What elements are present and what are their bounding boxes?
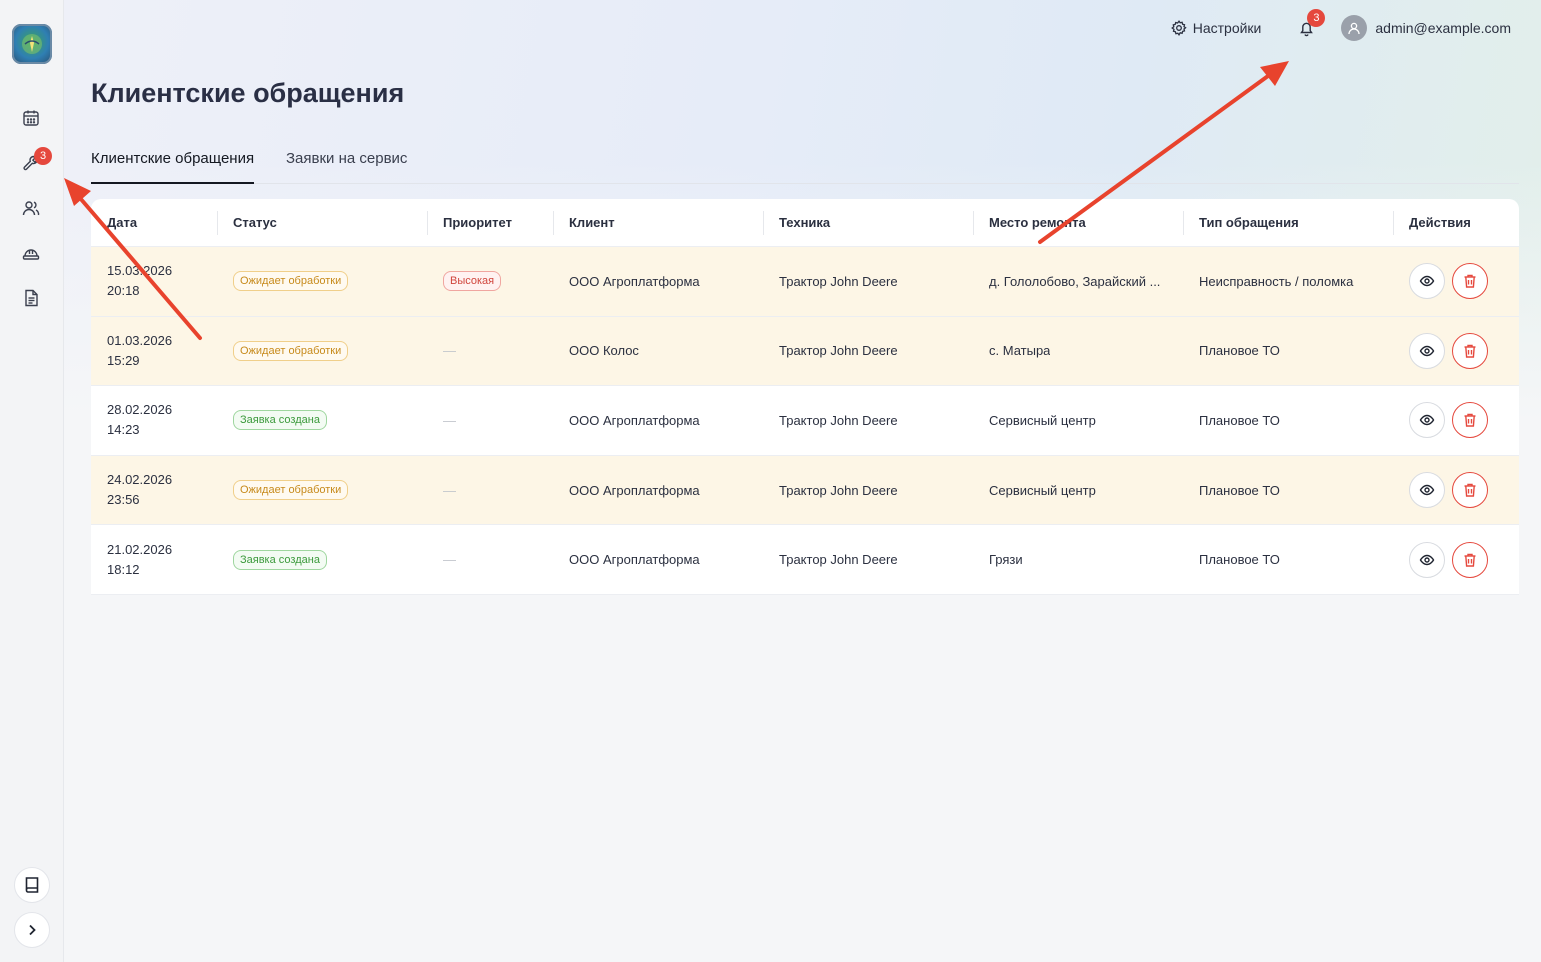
view-button[interactable] — [1409, 472, 1445, 509]
priority-empty: — — [443, 482, 456, 498]
view-button[interactable] — [1409, 541, 1445, 578]
users-icon — [22, 201, 40, 216]
row-machine: Трактор John Deere — [779, 552, 898, 568]
sidebar-expand-button[interactable] — [14, 912, 50, 948]
sidebar-docs-button[interactable] — [14, 867, 50, 903]
gear-icon — [1170, 20, 1187, 36]
row-client: ООО Колос — [569, 343, 639, 359]
row-request-type: Плановое ТО — [1199, 412, 1280, 428]
delete-button[interactable] — [1452, 472, 1488, 509]
row-machine: Трактор John Deere — [779, 482, 898, 498]
notifications-button[interactable]: 3 — [1295, 9, 1326, 39]
view-button[interactable] — [1409, 402, 1445, 439]
status-badge: Ожидает обработки — [233, 480, 349, 501]
tab-client-requests[interactable]: Клиентские обращения — [91, 150, 255, 184]
table-row[interactable]: 28.02.2026 14:23 Заявка создана — ООО Аг… — [91, 386, 1519, 456]
eye-icon — [1419, 345, 1435, 357]
app-logo[interactable] — [12, 24, 52, 64]
user-icon — [1348, 22, 1361, 35]
row-request-type: Плановое ТО — [1199, 343, 1280, 359]
book-icon — [25, 877, 39, 893]
column-header-repair-place[interactable]: Место ремонта — [973, 199, 1183, 246]
row-request-type: Плановое ТО — [1199, 482, 1280, 498]
user-email: admin@example.com — [1375, 20, 1511, 36]
document-icon — [25, 289, 38, 307]
status-badge: Ожидает обработки — [233, 271, 349, 292]
status-badge: Заявка создана — [233, 549, 327, 570]
row-date: 15.03.2026 20:18 — [107, 263, 173, 299]
row-request-type: Неисправность / поломка — [1199, 273, 1354, 289]
sidebar-item-calendar[interactable] — [20, 107, 42, 129]
view-button[interactable] — [1409, 332, 1445, 369]
row-repair-place: Грязи — [989, 552, 1023, 568]
table-header: Дата Статус Приоритет Клиент Техника Мес… — [91, 199, 1519, 247]
trash-icon — [1464, 414, 1476, 428]
row-repair-place: Сервисный центр — [989, 412, 1096, 428]
calendar-icon — [23, 110, 39, 126]
eye-icon — [1419, 554, 1435, 565]
table-row[interactable]: 15.03.2026 20:18 Ожидает обработки Высок… — [91, 247, 1519, 317]
row-repair-place: с. Матыра — [989, 343, 1051, 359]
priority-empty: — — [443, 552, 456, 568]
trash-icon — [1464, 553, 1476, 567]
trash-icon — [1464, 344, 1476, 358]
row-date: 01.03.2026 15:29 — [107, 332, 173, 368]
eye-icon — [1419, 484, 1435, 496]
table-row[interactable]: 01.03.2026 15:29 Ожидает обработки — ООО… — [91, 316, 1519, 387]
topbar: Настройки 3 admin@example.com — [1170, 9, 1511, 42]
row-client: ООО Агроплатформа — [569, 412, 700, 428]
column-header-machine[interactable]: Техника — [763, 199, 973, 246]
settings-button[interactable]: Настройки — [1170, 20, 1262, 36]
column-header-priority[interactable]: Приоритет — [427, 199, 553, 246]
page-title: Клиентские обращения — [91, 78, 405, 108]
row-date: 21.02.2026 18:12 — [107, 541, 173, 577]
row-repair-place: д. Гололобово, Зарайский ... — [989, 273, 1161, 289]
priority-empty: — — [443, 412, 456, 428]
tabs: Клиентские обращения Заявки на сервис — [91, 140, 1519, 184]
row-machine: Трактор John Deere — [779, 343, 898, 359]
column-header-status[interactable]: Статус — [217, 199, 427, 246]
row-client: ООО Агроплатформа — [569, 273, 700, 289]
trash-icon — [1464, 275, 1476, 288]
column-header-request-type[interactable]: Тип обращения — [1183, 199, 1393, 246]
eye-icon — [1419, 276, 1435, 287]
chevron-right-icon — [29, 924, 36, 936]
requests-table: Дата Статус Приоритет Клиент Техника Мес… — [91, 199, 1519, 595]
row-client: ООО Агроплатформа — [569, 482, 700, 498]
sidebar-item-engineers[interactable] — [20, 242, 42, 264]
tab-service-orders[interactable]: Заявки на сервис — [286, 150, 407, 184]
table-row[interactable]: 24.02.2026 23:56 Ожидает обработки — ООО… — [91, 455, 1519, 526]
avatar — [1341, 15, 1368, 41]
delete-button[interactable] — [1452, 541, 1488, 578]
eye-icon — [1419, 415, 1435, 426]
sidebar-service-badge: 3 — [34, 147, 52, 165]
priority-badge: Высокая — [443, 271, 502, 292]
row-machine: Трактор John Deere — [779, 273, 898, 289]
priority-empty: — — [443, 343, 456, 359]
delete-button[interactable] — [1452, 263, 1488, 300]
helmet-icon — [22, 249, 40, 260]
column-header-client[interactable]: Клиент — [553, 199, 763, 246]
column-header-actions: Действия — [1393, 199, 1519, 246]
sidebar: 3 — [0, 0, 64, 962]
row-date: 24.02.2026 23:56 — [107, 472, 173, 508]
delete-button[interactable] — [1452, 402, 1488, 439]
view-button[interactable] — [1409, 263, 1445, 300]
table-row[interactable]: 21.02.2026 18:12 Заявка создана — ООО Аг… — [91, 525, 1519, 595]
user-menu[interactable]: admin@example.com — [1341, 15, 1511, 41]
row-client: ООО Агроплатформа — [569, 552, 700, 568]
sidebar-item-documents[interactable] — [20, 287, 42, 309]
settings-label: Настройки — [1192, 20, 1262, 36]
trash-icon — [1464, 483, 1476, 497]
row-repair-place: Сервисный центр — [989, 482, 1096, 498]
row-request-type: Плановое ТО — [1199, 552, 1280, 568]
row-date: 28.02.2026 14:23 — [107, 402, 173, 438]
column-header-date[interactable]: Дата — [91, 199, 217, 246]
notifications-badge: 3 — [1307, 9, 1326, 27]
status-badge: Ожидает обработки — [233, 340, 349, 361]
sidebar-item-clients[interactable] — [20, 197, 42, 219]
delete-button[interactable] — [1452, 332, 1488, 369]
row-machine: Трактор John Deere — [779, 412, 898, 428]
status-badge: Заявка создана — [233, 410, 327, 431]
